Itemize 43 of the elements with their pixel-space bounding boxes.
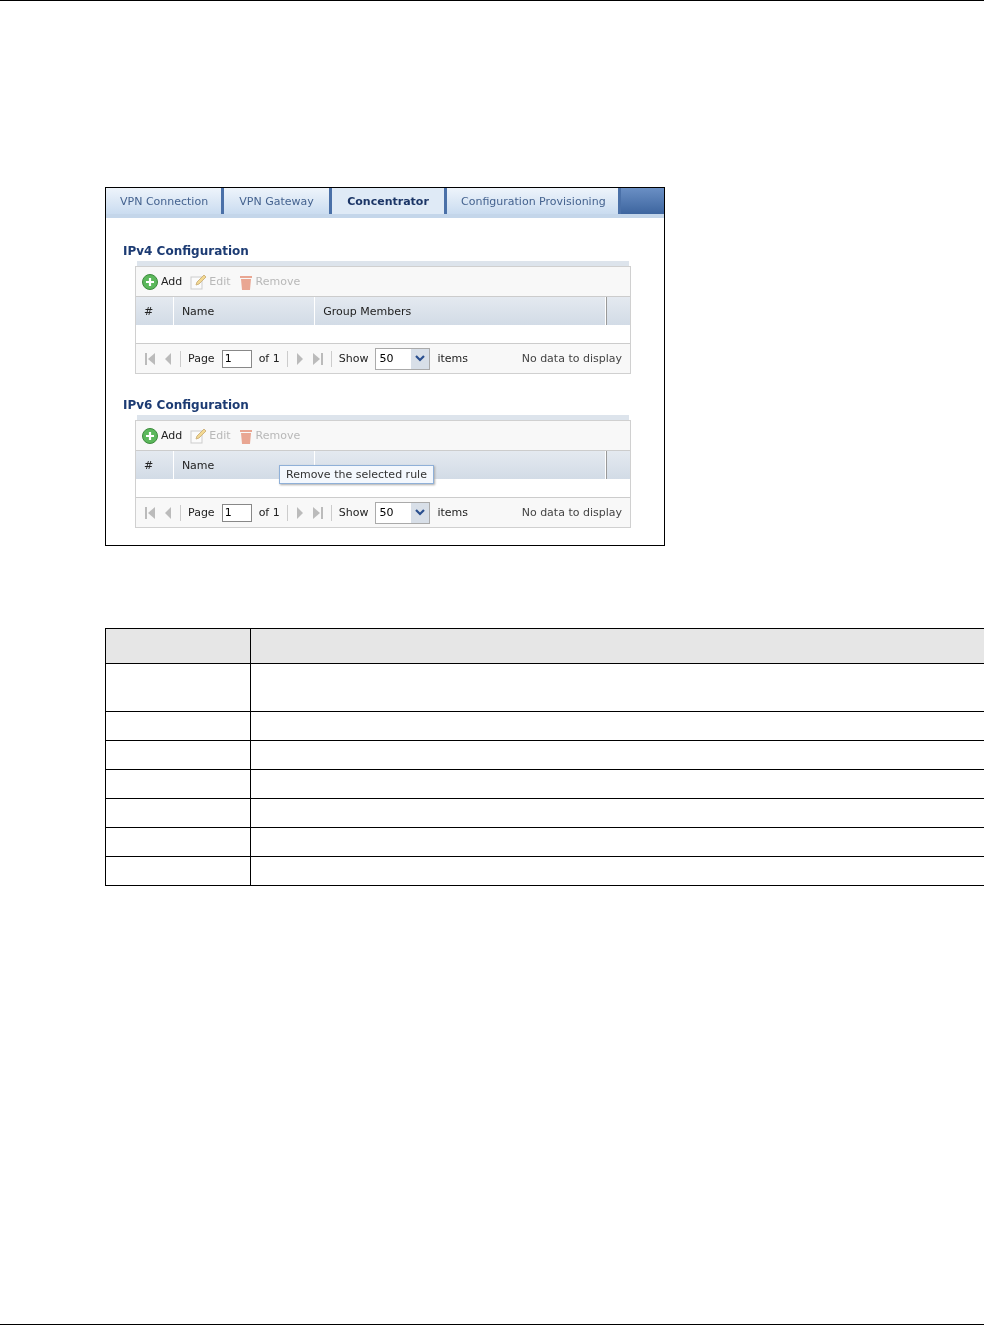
next-page-icon[interactable] xyxy=(294,505,305,520)
trash-icon xyxy=(238,427,253,444)
tooltip: Remove the selected rule xyxy=(279,465,434,484)
show-label: Show xyxy=(338,506,369,519)
previous-page-icon[interactable] xyxy=(163,505,173,520)
tab[interactable]: VPN Gateway xyxy=(224,188,332,214)
items-label: items xyxy=(437,352,469,365)
page-label: Page xyxy=(188,506,215,519)
page-count: of 1 xyxy=(258,352,280,365)
first-page-icon[interactable] xyxy=(144,505,156,520)
page-label: Page xyxy=(188,352,215,365)
first-page-icon[interactable] xyxy=(144,351,156,366)
tab[interactable]: Configuration Provisioning xyxy=(447,188,621,214)
column-header: Name xyxy=(173,297,316,325)
items-per-page-dropdown[interactable]: 50 xyxy=(375,347,431,370)
items-label: items xyxy=(437,506,469,519)
tab[interactable]: VPN Connection xyxy=(106,188,224,214)
tab[interactable]: Concentrator xyxy=(332,188,447,214)
previous-page-icon[interactable] xyxy=(163,351,173,366)
chevron-down-icon xyxy=(415,355,426,362)
section-title: IPv6 Configuration xyxy=(123,398,250,412)
items-per-page-dropdown[interactable]: 50 xyxy=(375,501,431,524)
add-button[interactable]: Add xyxy=(142,273,183,290)
plus-icon xyxy=(142,273,158,290)
status-text: No data to display xyxy=(521,506,622,519)
page-field[interactable]: 1 xyxy=(221,349,252,368)
page-count: of 1 xyxy=(258,506,280,519)
plus-icon xyxy=(142,427,158,444)
show-label: Show xyxy=(338,352,369,365)
column-header: Group Members xyxy=(315,297,607,325)
column-header: # xyxy=(136,451,174,479)
page-field[interactable]: 1 xyxy=(221,503,252,522)
add-button[interactable]: Add xyxy=(142,427,183,444)
pencil-icon xyxy=(190,273,207,290)
trash-icon xyxy=(238,273,253,290)
pencil-icon xyxy=(190,427,207,444)
last-page-icon[interactable] xyxy=(311,505,324,520)
column-header: # xyxy=(136,297,174,325)
chevron-down-icon xyxy=(415,509,426,516)
next-page-icon[interactable] xyxy=(294,351,305,366)
section-title: IPv4 Configuration xyxy=(123,244,250,258)
last-page-icon[interactable] xyxy=(311,351,324,366)
status-text: No data to display xyxy=(521,352,622,365)
